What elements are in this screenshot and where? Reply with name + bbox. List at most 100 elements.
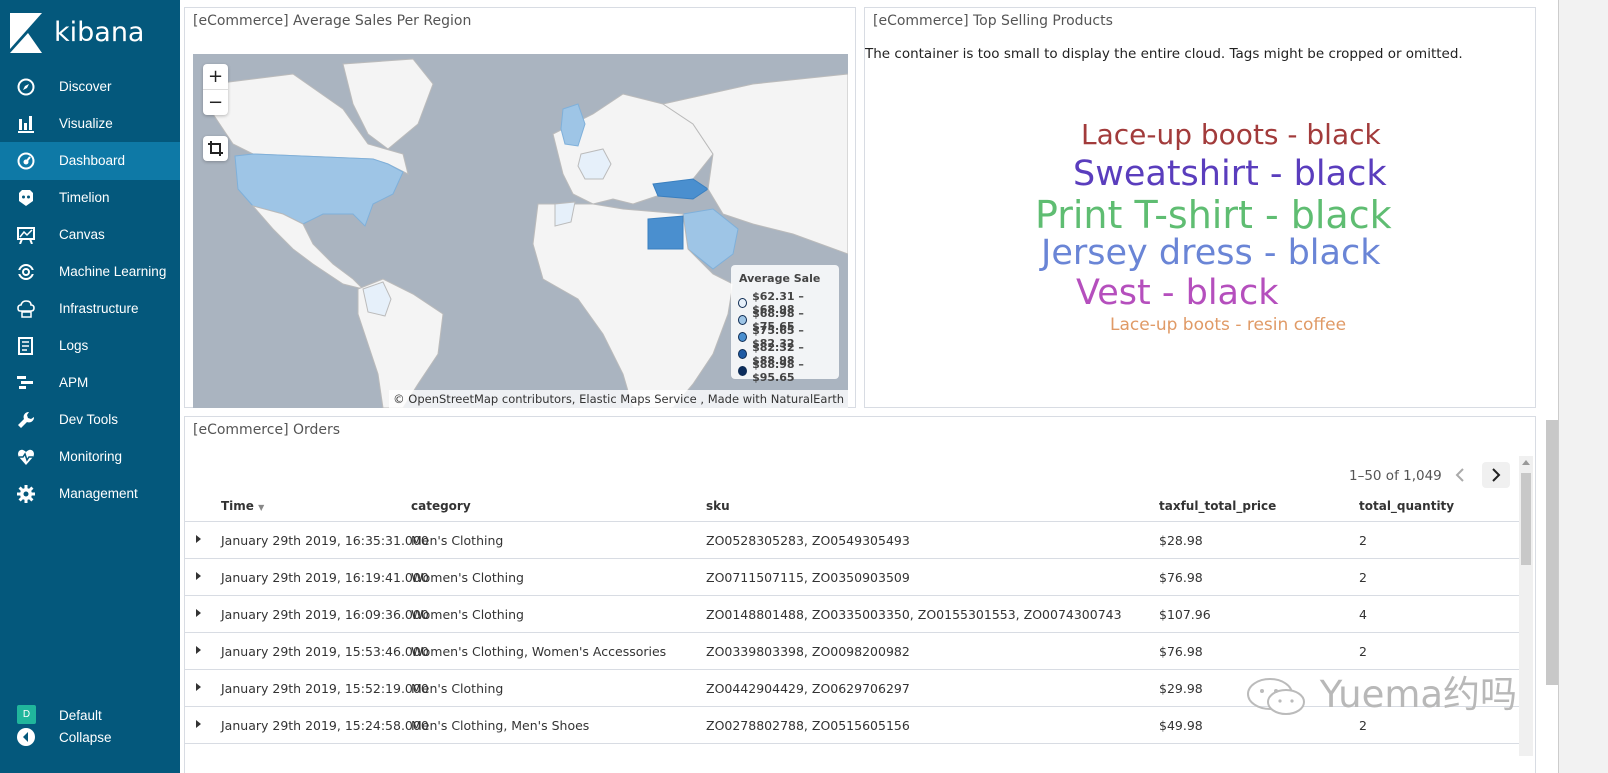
column-header-sku[interactable]: sku: [706, 499, 730, 513]
top-strip: [180, 0, 1546, 6]
collapse-icon[interactable]: [17, 728, 35, 746]
cell-sku: ZO0528305283, ZO0549305493: [706, 533, 910, 548]
legend-title: Average Sale: [739, 272, 821, 285]
apm-icon: [17, 376, 33, 389]
sidebar: kibana Discover Visualize Dashboard Time…: [0, 0, 180, 773]
sidebar-item-monitoring[interactable]: Monitoring: [0, 438, 180, 476]
cell-time: January 29th 2019, 16:09:36.000: [221, 607, 429, 622]
map-panel: [eCommerce] Average Sales Per Region + −…: [184, 7, 856, 408]
gear-icon: [17, 485, 35, 503]
legend-swatch: [738, 366, 748, 376]
cell-price: $76.98: [1159, 570, 1203, 585]
sidebar-item-logs[interactable]: Logs: [0, 327, 180, 365]
zoom-control: + −: [203, 64, 228, 115]
sidebar-item-timelion[interactable]: Timelion: [0, 179, 180, 217]
cell-price: $29.98: [1159, 681, 1203, 696]
zoom-in-button[interactable]: +: [203, 64, 228, 90]
expand-row-icon[interactable]: [196, 646, 201, 654]
sidebar-item-discover[interactable]: Discover: [0, 68, 180, 106]
table-row[interactable]: January 29th 2019, 16:35:31.000 Men's Cl…: [184, 521, 1519, 559]
tag-cloud-tag[interactable]: Lace-up boots - resin coffee: [1110, 315, 1346, 335]
panel-title: [eCommerce] Top Selling Products: [873, 13, 1113, 29]
sidebar-item-label: Logs: [59, 338, 89, 353]
zoom-out-button[interactable]: −: [203, 90, 228, 115]
sidebar-item-label: Discover: [59, 79, 112, 94]
sidebar-item-machine-learning[interactable]: Machine Learning: [0, 253, 180, 291]
legend-label: $88.98 – $95.65: [752, 358, 804, 384]
cell-price: $76.98: [1159, 644, 1203, 659]
expand-row-icon[interactable]: [196, 572, 201, 580]
infrastructure-icon: [17, 300, 35, 318]
cell-price: $28.98: [1159, 533, 1203, 548]
adjacent-window-edge: [1558, 0, 1608, 773]
wechat-icon: [1247, 677, 1305, 715]
page-scroll-thumb[interactable]: [1546, 420, 1558, 685]
sidebar-item-dev-tools[interactable]: Dev Tools: [0, 401, 180, 439]
column-header-taxful-total-price[interactable]: taxful_total_price: [1159, 499, 1276, 513]
sidebar-item-label: Machine Learning: [59, 264, 167, 279]
scroll-thumb[interactable]: [1521, 473, 1531, 565]
sidebar-item-label: Monitoring: [59, 449, 123, 464]
scroll-up-icon[interactable]: [1519, 457, 1533, 469]
sidebar-item-label: Infrastructure: [59, 301, 139, 316]
cell-time: January 29th 2019, 16:35:31.000: [221, 533, 429, 548]
space-avatar[interactable]: D: [17, 705, 36, 724]
cell-category: Men's Clothing: [411, 681, 504, 696]
column-header-time[interactable]: Time ▼: [221, 499, 264, 513]
expand-row-icon[interactable]: [196, 720, 201, 728]
table-row[interactable]: January 29th 2019, 16:09:36.000 Women's …: [184, 595, 1519, 633]
cell-quantity: 2: [1359, 570, 1367, 585]
kibana-logo-icon: [10, 13, 42, 53]
tag-cloud-tag[interactable]: Vest - black: [1076, 273, 1279, 313]
cell-sku: ZO0442904429, ZO0629706297: [706, 681, 910, 696]
sidebar-item-visualize[interactable]: Visualize: [0, 105, 180, 143]
cell-time: January 29th 2019, 16:19:41.000: [221, 570, 429, 585]
cell-time: January 29th 2019, 15:52:19.000: [221, 681, 429, 696]
tag-cloud-tag[interactable]: Print T-shirt - black: [1035, 193, 1392, 237]
sidebar-item-label: APM: [59, 375, 89, 390]
column-header-total-quantity[interactable]: total_quantity: [1359, 499, 1454, 513]
fit-bounds-button[interactable]: [203, 136, 228, 161]
sidebar-item-label: Canvas: [59, 227, 105, 242]
cell-quantity: 2: [1359, 533, 1367, 548]
tag-cloud-tag[interactable]: Sweatshirt - black: [1073, 154, 1387, 194]
panel-title: [eCommerce] Average Sales Per Region: [193, 13, 472, 29]
prev-page-button[interactable]: [1446, 462, 1474, 488]
tag-cloud-tag[interactable]: Lace-up boots - black: [1081, 118, 1381, 151]
sidebar-item-apm[interactable]: APM: [0, 364, 180, 402]
cell-time: January 29th 2019, 15:53:46.000: [221, 644, 429, 659]
cell-category: Men's Clothing: [411, 533, 504, 548]
cell-category: Women's Clothing: [411, 607, 524, 622]
sidebar-item-infrastructure[interactable]: Infrastructure: [0, 290, 180, 328]
sidebar-item-management[interactable]: Management: [0, 475, 180, 513]
legend-item: $88.98 – $95.65: [738, 358, 839, 384]
sidebar-item-dashboard[interactable]: Dashboard: [0, 142, 180, 180]
sidebar-item-canvas[interactable]: Canvas: [0, 216, 180, 254]
crop-icon: [208, 141, 223, 156]
logs-icon: [18, 337, 33, 355]
column-header-category[interactable]: category: [411, 499, 471, 513]
sort-desc-icon[interactable]: ▼: [258, 503, 264, 512]
table-row[interactable]: January 29th 2019, 16:19:41.000 Women's …: [184, 558, 1519, 596]
map-attribution[interactable]: © OpenStreetMap contributors, Elastic Ma…: [389, 390, 848, 408]
expand-row-icon[interactable]: [196, 609, 201, 617]
timelion-icon: [19, 190, 33, 206]
space-label[interactable]: Default: [59, 708, 102, 723]
cell-price: $49.98: [1159, 718, 1203, 733]
table-scrollbar[interactable]: [1519, 456, 1533, 756]
cell-sku: ZO0278802788, ZO0515605156: [706, 718, 910, 733]
sidebar-item-label: Dev Tools: [59, 412, 119, 427]
kibana-logo[interactable]: kibana: [10, 13, 170, 55]
cell-sku: ZO0339803398, ZO0098200982: [706, 644, 910, 659]
next-page-button[interactable]: [1482, 462, 1510, 488]
expand-row-icon[interactable]: [196, 683, 201, 691]
map-legend: Average Sale $62.31 – $68.98 $68.98 – $7…: [731, 265, 839, 384]
tag-cloud-tag[interactable]: Jersey dress - black: [1041, 233, 1380, 273]
sidebar-item-label: Visualize: [59, 116, 113, 131]
map-canvas[interactable]: + − Average Sale $62.31 – $68.98 $68.98 …: [193, 54, 848, 408]
cell-quantity: 2: [1359, 718, 1367, 733]
watermark: Yuema约吗: [1246, 664, 1517, 718]
expand-row-icon[interactable]: [196, 535, 201, 543]
panel-title: [eCommerce] Orders: [193, 422, 341, 438]
collapse-label[interactable]: Collapse: [59, 730, 112, 745]
